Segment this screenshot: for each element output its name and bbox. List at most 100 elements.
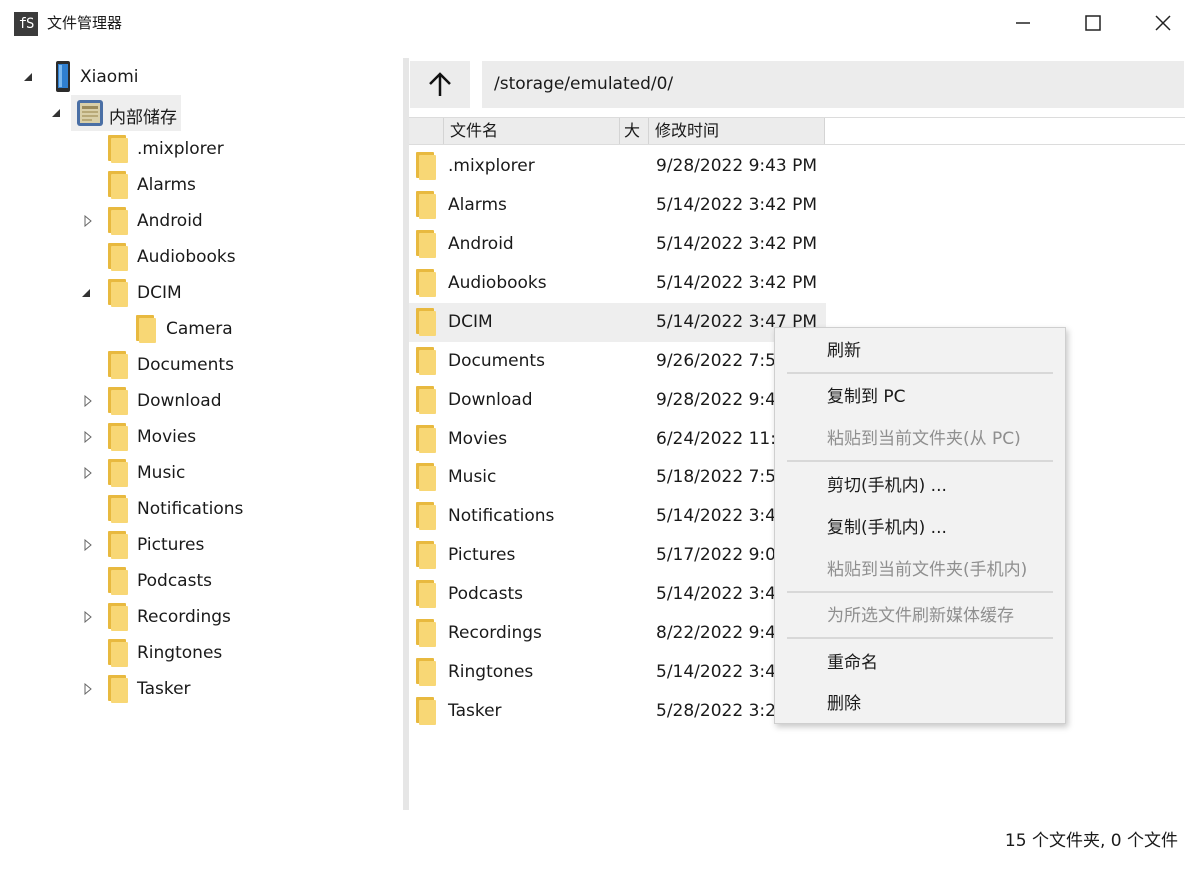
- file-list-header: 文件名 大 修改时间: [409, 117, 1185, 145]
- expand-triangle-icon[interactable]: [82, 431, 94, 443]
- file-row[interactable]: Documents 9/26/2022 7:57: [409, 342, 826, 381]
- tree-label-storage: 内部储存: [109, 108, 177, 128]
- file-name: Android: [448, 234, 514, 254]
- collapse-triangle-icon[interactable]: [22, 71, 34, 83]
- expand-triangle-icon[interactable]: [82, 539, 94, 551]
- close-button[interactable]: [1140, 0, 1186, 46]
- file-date: 6/24/2022 11:0: [656, 429, 787, 449]
- tree-folder-label: Podcasts: [137, 571, 212, 591]
- folder-icon: [106, 423, 128, 451]
- folder-icon: [414, 269, 436, 297]
- file-row[interactable]: .mixplorer 9/28/2022 9:43 PM: [409, 147, 826, 186]
- tree-folder-label: .mixplorer: [137, 139, 224, 159]
- folder-icon: [134, 315, 156, 343]
- folder-icon: [106, 603, 128, 631]
- folder-icon: [414, 191, 436, 219]
- menu-item-paste-from-pc[interactable]: 粘贴到当前文件夹(从 PC): [827, 428, 1021, 450]
- menu-item-paste-on-phone[interactable]: 粘贴到当前文件夹(手机内): [827, 559, 1027, 581]
- folder-icon: [414, 502, 436, 530]
- folder-icon: [106, 495, 128, 523]
- up-directory-button[interactable]: [410, 61, 470, 108]
- close-icon: [1155, 15, 1171, 31]
- file-row[interactable]: Notifications 5/14/2022 3:42: [409, 497, 826, 536]
- menu-item-copy-to-pc[interactable]: 复制到 PC: [827, 386, 906, 408]
- collapse-triangle-icon[interactable]: [50, 107, 62, 119]
- tree-folder-label: Recordings: [137, 607, 231, 627]
- folder-icon: [106, 135, 128, 163]
- folder-icon: [414, 463, 436, 491]
- file-row[interactable]: Music 5/18/2022 7:50: [409, 458, 826, 497]
- expand-triangle-icon[interactable]: [82, 611, 94, 623]
- tree-label-device: Xiaomi: [80, 67, 139, 87]
- folder-icon: [106, 531, 128, 559]
- file-row[interactable]: Pictures 5/17/2022 9:01: [409, 536, 826, 575]
- folder-icon: [106, 459, 128, 487]
- menu-item-refresh-media-cache[interactable]: 为所选文件刷新媒体缓存: [827, 605, 1014, 627]
- tree-folder-label: Ringtones: [137, 643, 223, 663]
- file-row[interactable]: Ringtones 5/14/2022 3:42: [409, 653, 826, 692]
- file-name: Movies: [448, 429, 508, 449]
- title-bar: fS 文件管理器: [0, 0, 1200, 46]
- file-row[interactable]: Alarms 5/14/2022 3:42 PM: [409, 186, 826, 225]
- file-row-selected[interactable]: DCIM 5/14/2022 3:47 PM: [409, 303, 826, 342]
- file-row[interactable]: Recordings 8/22/2022 9:49: [409, 614, 826, 653]
- file-date: 5/14/2022 3:42 PM: [656, 195, 818, 215]
- menu-item-rename[interactable]: 重命名: [827, 652, 878, 674]
- file-date: 9/28/2022 9:43 PM: [656, 156, 818, 176]
- folder-icon: [106, 207, 128, 235]
- folder-icon: [106, 279, 128, 307]
- maximize-button[interactable]: [1070, 0, 1116, 46]
- file-date: 5/18/2022 7:50: [656, 467, 787, 487]
- file-row[interactable]: Android 5/14/2022 3:42 PM: [409, 225, 826, 264]
- file-name: Tasker: [448, 701, 502, 721]
- folder-icon: [106, 171, 128, 199]
- file-row[interactable]: Tasker 5/28/2022 3:22: [409, 692, 826, 731]
- file-date: 5/14/2022 3:42: [656, 506, 787, 526]
- folder-icon: [414, 658, 436, 686]
- folder-icon: [106, 387, 128, 415]
- column-header-size[interactable]: 大: [620, 118, 649, 144]
- file-date: 9/28/2022 9:48: [656, 390, 787, 410]
- folder-icon: [106, 639, 128, 667]
- file-row[interactable]: Audiobooks 5/14/2022 3:42 PM: [409, 264, 826, 303]
- menu-item-delete[interactable]: 删除: [827, 693, 861, 715]
- expand-triangle-icon[interactable]: [82, 395, 94, 407]
- file-name: Download: [448, 390, 533, 410]
- status-text: 15 个文件夹, 0 个文件: [1004, 831, 1178, 851]
- folder-icon: [414, 580, 436, 608]
- maximize-icon: [1085, 15, 1101, 31]
- tree-folder-label: Alarms: [137, 175, 196, 195]
- path-input[interactable]: /storage/emulated/0/: [482, 61, 1184, 108]
- folder-icon: [106, 243, 128, 271]
- menu-separator: [787, 460, 1053, 462]
- context-menu: 刷新 复制到 PC 粘贴到当前文件夹(从 PC) 剪切(手机内) ... 复制(…: [774, 327, 1066, 724]
- folder-icon: [106, 675, 128, 703]
- tree-folder-label: Tasker: [137, 679, 191, 699]
- expand-triangle-icon[interactable]: [82, 215, 94, 227]
- minimize-button[interactable]: [1000, 0, 1046, 46]
- menu-item-copy-on-phone[interactable]: 复制(手机内) ...: [827, 517, 947, 539]
- file-row[interactable]: Download 9/28/2022 9:48: [409, 381, 826, 420]
- collapse-triangle-icon[interactable]: [80, 287, 92, 299]
- arrow-up-icon: [429, 71, 451, 96]
- file-row[interactable]: Podcasts 5/14/2022 3:42: [409, 575, 826, 614]
- menu-item-refresh[interactable]: 刷新: [827, 340, 861, 362]
- column-header-modified[interactable]: 修改时间: [649, 118, 825, 144]
- tree-folder-label: Audiobooks: [137, 247, 236, 267]
- menu-item-cut-on-phone[interactable]: 剪切(手机内) ...: [827, 475, 947, 497]
- tree-folder-label: DCIM: [137, 283, 182, 303]
- expand-triangle-icon[interactable]: [82, 467, 94, 479]
- file-name: Music: [448, 467, 497, 487]
- file-name: Audiobooks: [448, 273, 547, 293]
- folder-icon: [414, 230, 436, 258]
- file-row[interactable]: Movies 6/24/2022 11:0: [409, 420, 826, 459]
- folder-icon: [414, 152, 436, 180]
- tree-node-storage[interactable]: 内部储存: [50, 95, 181, 131]
- file-date: 5/17/2022 9:01: [656, 545, 787, 565]
- expand-triangle-icon[interactable]: [82, 683, 94, 695]
- file-date: 8/22/2022 9:49: [656, 623, 787, 643]
- column-header-icon[interactable]: [409, 118, 444, 144]
- file-date: 5/14/2022 3:42 PM: [656, 234, 818, 254]
- column-header-name[interactable]: 文件名: [444, 118, 620, 144]
- file-date: 9/26/2022 7:57: [656, 351, 787, 371]
